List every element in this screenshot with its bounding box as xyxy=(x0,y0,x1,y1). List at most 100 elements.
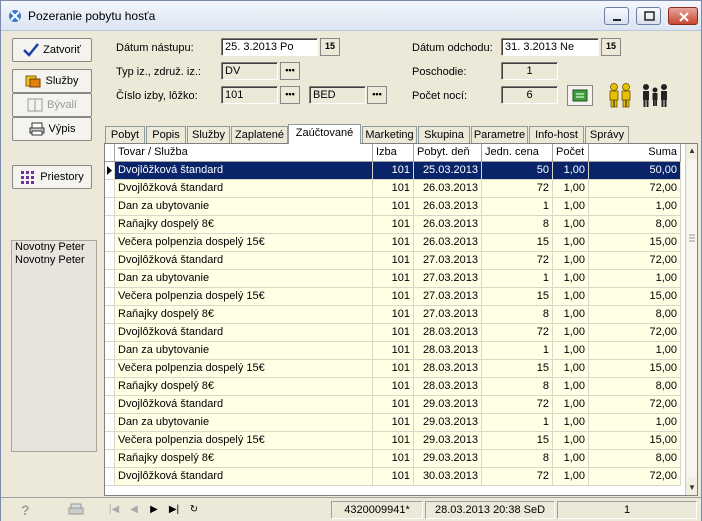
room-cell[interactable]: 101 xyxy=(373,306,414,324)
room-cell[interactable]: 101 xyxy=(373,162,414,180)
tab-spravy[interactable]: Správy xyxy=(585,126,629,144)
count-cell[interactable]: 1,00 xyxy=(553,216,589,234)
item-cell[interactable]: Raňajky dospelý 8€ xyxy=(115,378,373,396)
sum-cell[interactable]: 8,00 xyxy=(589,450,681,468)
count-cell[interactable]: 1,00 xyxy=(553,414,589,432)
sum-cell[interactable]: 72,00 xyxy=(589,180,681,198)
unit-price-cell[interactable]: 72 xyxy=(482,396,553,414)
bed-lookup-button[interactable]: ••• xyxy=(367,86,387,104)
stay-day-cell[interactable]: 28.03.2013 xyxy=(414,324,482,342)
item-cell[interactable]: Večera polpenzia dospelý 15€ xyxy=(115,432,373,450)
column-header-item[interactable]: Tovar / Služba xyxy=(115,144,373,162)
tab-pobyt[interactable]: Pobyt xyxy=(105,126,145,144)
sum-cell[interactable]: 1,00 xyxy=(589,270,681,288)
item-cell[interactable]: Dan za ubytovanie xyxy=(115,198,373,216)
room-lookup-button[interactable]: ••• xyxy=(280,86,300,104)
departure-calendar-button[interactable]: 15 xyxy=(601,38,621,56)
count-cell[interactable]: 1,00 xyxy=(553,378,589,396)
stay-day-cell[interactable]: 29.03.2013 xyxy=(414,414,482,432)
table-row[interactable]: Dvojlôžková štandard 101 30.03.2013 72 1,00 7… xyxy=(105,468,685,486)
couple-icon[interactable] xyxy=(606,82,634,108)
unit-price-cell[interactable]: 8 xyxy=(482,216,553,234)
room-cell[interactable]: 101 xyxy=(373,450,414,468)
sum-cell[interactable]: 15,00 xyxy=(589,360,681,378)
column-header-count[interactable]: Počet xyxy=(553,144,589,162)
item-cell[interactable]: Dvojlôžková štandard xyxy=(115,180,373,198)
room-cell[interactable]: 101 xyxy=(373,378,414,396)
room-cell[interactable]: 101 xyxy=(373,252,414,270)
nav-first-icon[interactable]: |◀ xyxy=(107,503,121,517)
count-cell[interactable]: 1,00 xyxy=(553,252,589,270)
table-row[interactable]: Dvojlôžková štandard 101 28.03.2013 72 1,00 7… xyxy=(105,324,685,342)
unit-price-cell[interactable]: 72 xyxy=(482,468,553,486)
table-row[interactable]: Večera polpenzia dospelý 15€ 101 26.03.201… xyxy=(105,234,685,252)
count-cell[interactable]: 1,00 xyxy=(553,324,589,342)
unit-price-cell[interactable]: 1 xyxy=(482,414,553,432)
print-button[interactable]: Výpis xyxy=(12,117,92,141)
unit-price-cell[interactable]: 15 xyxy=(482,432,553,450)
minimize-button[interactable] xyxy=(604,7,629,25)
tab-parametre[interactable]: Parametre xyxy=(471,126,528,144)
tab-marketing[interactable]: Marketing xyxy=(362,126,417,144)
column-header-room[interactable]: Izba xyxy=(373,144,414,162)
count-cell[interactable]: 1,00 xyxy=(553,360,589,378)
room-number-field[interactable]: 101 xyxy=(221,86,278,104)
table-row[interactable]: Večera polpenzia dospelý 15€ 101 27.03.201… xyxy=(105,288,685,306)
unit-price-cell[interactable]: 8 xyxy=(482,306,553,324)
table-row[interactable]: Dvojlôžková štandard 101 29.03.2013 72 1,00 7… xyxy=(105,396,685,414)
item-cell[interactable]: Raňajky dospelý 8€ xyxy=(115,450,373,468)
table-row[interactable]: Dvojlôžková štandard 101 27.03.2013 72 1,00 7… xyxy=(105,252,685,270)
sum-cell[interactable]: 50,00 xyxy=(589,162,681,180)
stay-day-cell[interactable]: 26.03.2013 xyxy=(414,216,482,234)
sum-cell[interactable]: 8,00 xyxy=(589,306,681,324)
stay-day-cell[interactable]: 26.03.2013 xyxy=(414,234,482,252)
stay-day-cell[interactable]: 27.03.2013 xyxy=(414,252,482,270)
room-cell[interactable]: 101 xyxy=(373,468,414,486)
close-button[interactable]: Zatvoriť xyxy=(12,38,92,62)
room-cell[interactable]: 101 xyxy=(373,414,414,432)
tab-zaplatene[interactable]: Zaplatené xyxy=(231,126,288,144)
tab-skupina[interactable]: Skupina xyxy=(418,126,470,144)
table-row[interactable]: Dvojlôžková štandard 101 25.03.2013 50 1,00 5… xyxy=(105,162,685,180)
unit-price-cell[interactable]: 1 xyxy=(482,270,553,288)
sum-cell[interactable]: 72,00 xyxy=(589,324,681,342)
unit-price-cell[interactable]: 72 xyxy=(482,324,553,342)
room-cell[interactable]: 101 xyxy=(373,270,414,288)
unit-price-cell[interactable]: 15 xyxy=(482,288,553,306)
table-row[interactable]: Raňajky dospelý 8€ 101 26.03.2013 8 1,00 8,00 xyxy=(105,216,685,234)
guest-name[interactable]: Novotny Peter xyxy=(12,254,96,267)
tab-sluzby[interactable]: Služby xyxy=(187,126,230,144)
sum-cell[interactable]: 72,00 xyxy=(589,252,681,270)
stay-day-cell[interactable]: 29.03.2013 xyxy=(414,396,482,414)
table-row[interactable]: Dan za ubytovanie 101 29.03.2013 1 1,00 1,00 xyxy=(105,414,685,432)
nav-next-icon[interactable]: ▶ xyxy=(147,503,161,517)
note-button[interactable] xyxy=(567,85,593,106)
item-cell[interactable]: Raňajky dospelý 8€ xyxy=(115,216,373,234)
item-cell[interactable]: Dvojlôžková štandard xyxy=(115,468,373,486)
table-row[interactable]: Dan za ubytovanie 101 27.03.2013 1 1,00 1,00 xyxy=(105,270,685,288)
arrival-date-field[interactable]: 25. 3.2013 Po xyxy=(221,38,318,56)
column-header-stay-day[interactable]: Pobyt. deň xyxy=(414,144,482,162)
count-cell[interactable]: 1,00 xyxy=(553,180,589,198)
room-cell[interactable]: 101 xyxy=(373,342,414,360)
stay-day-cell[interactable]: 26.03.2013 xyxy=(414,198,482,216)
sum-cell[interactable]: 15,00 xyxy=(589,432,681,450)
room-cell[interactable]: 101 xyxy=(373,432,414,450)
residents-button[interactable]: Bývalí xyxy=(12,93,92,117)
item-cell[interactable]: Večera polpenzia dospelý 15€ xyxy=(115,234,373,252)
room-cell[interactable]: 101 xyxy=(373,216,414,234)
sum-cell[interactable]: 15,00 xyxy=(589,234,681,252)
item-cell[interactable]: Dvojlôžková štandard xyxy=(115,324,373,342)
count-cell[interactable]: 1,00 xyxy=(553,288,589,306)
refresh-icon[interactable]: ↻ xyxy=(187,503,201,517)
count-cell[interactable]: 1,00 xyxy=(553,162,589,180)
count-cell[interactable]: 1,00 xyxy=(553,306,589,324)
departure-date-field[interactable]: 31. 3.2013 Ne xyxy=(501,38,599,56)
sum-cell[interactable]: 1,00 xyxy=(589,342,681,360)
unit-price-cell[interactable]: 8 xyxy=(482,378,553,396)
unit-price-cell[interactable]: 72 xyxy=(482,180,553,198)
tab-zauctovane[interactable]: Zaúčtované xyxy=(288,124,361,144)
table-row[interactable]: Raňajky dospelý 8€ 101 28.03.2013 8 1,00 8,00 xyxy=(105,378,685,396)
stay-day-cell[interactable]: 29.03.2013 xyxy=(414,450,482,468)
unit-price-cell[interactable]: 1 xyxy=(482,342,553,360)
